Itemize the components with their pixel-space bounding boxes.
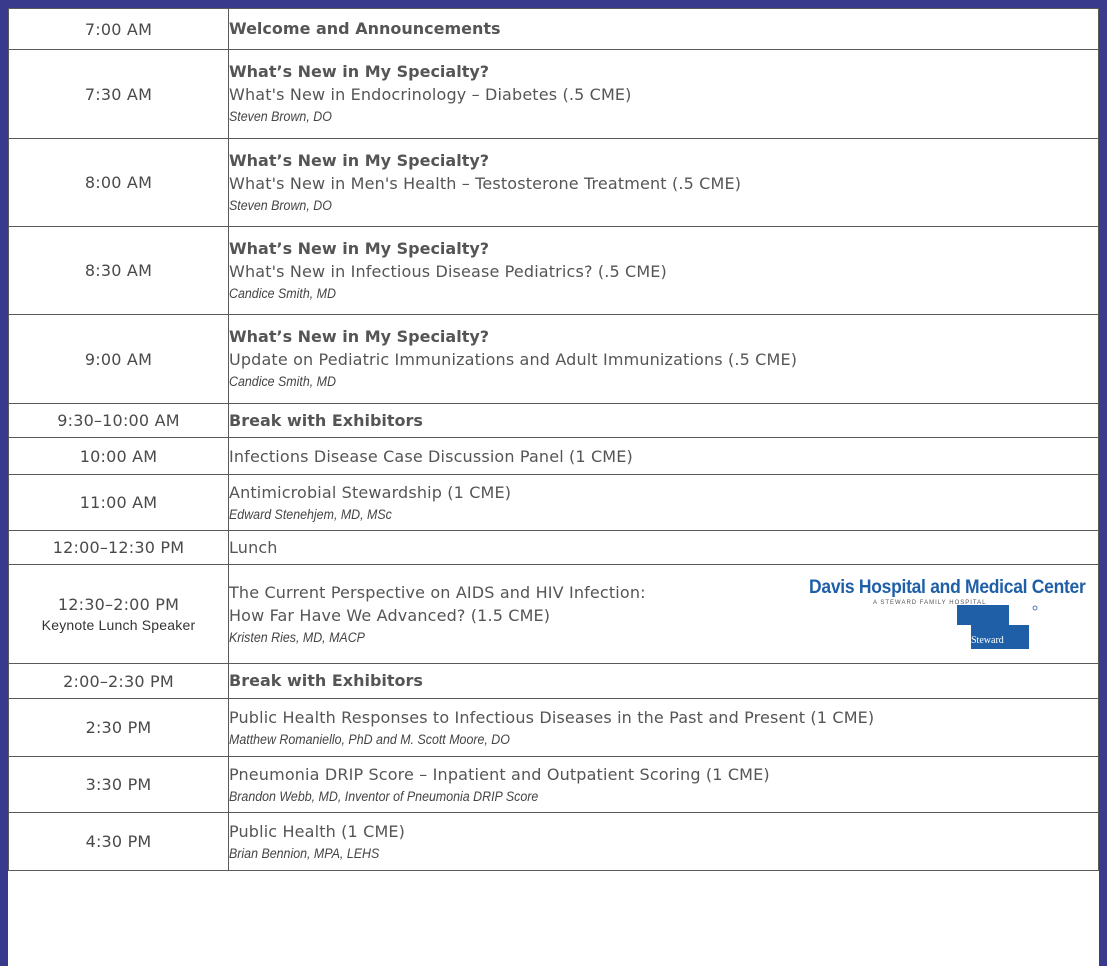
schedule-table: 7:00 AM Welcome and Announcements 7:30 A… <box>8 8 1099 871</box>
page-banner-edge <box>0 0 1107 8</box>
sponsor-name: Davis Hospital and Medical Center <box>809 577 1087 598</box>
keynote-label: Keynote Lunch Speaker <box>41 617 196 633</box>
time-cell: 12:00–12:30 PM <box>8 530 229 565</box>
session-title: What’s New in My Specialty? <box>229 62 490 81</box>
session-cell: Antimicrobial Stewardship (1 CME) Edward… <box>228 474 1099 531</box>
table-row: 8:00 AM What’s New in My Specialty? What… <box>8 138 1099 227</box>
time-label: 12:30–2:00 PM <box>57 595 180 614</box>
table-row: 3:30 PM Pneumonia DRIP Score – Inpatient… <box>8 756 1099 813</box>
table-row: 2:00–2:30 PM Break with Exhibitors <box>8 663 1099 699</box>
session-title: What’s New in My Specialty? <box>229 238 490 258</box>
session-description: Infections Disease Case Discussion Panel… <box>229 446 633 466</box>
time-cell: 7:00 AM <box>8 8 229 50</box>
session-title: Break with Exhibitors <box>229 671 423 690</box>
session-cell: The Current Perspective on AIDS and HIV … <box>228 564 1099 664</box>
table-row: 2:30 PM Public Health Responses to Infec… <box>8 698 1099 757</box>
session-cell: Pneumonia DRIP Score – Inpatient and Out… <box>228 756 1099 813</box>
session-speaker: Brian Bennion, MPA, LEHS <box>229 845 380 861</box>
session-description: What's New in Men's Health – Testosteron… <box>229 173 742 193</box>
time-cell: 9:00 AM <box>8 314 229 404</box>
session-speaker: Candice Smith, MD <box>229 285 336 301</box>
schedule-frame: 7:00 AM Welcome and Announcements 7:30 A… <box>8 8 1099 966</box>
time-cell: 2:30 PM <box>8 698 229 757</box>
session-title: What’s New in My Specialty? <box>229 150 490 170</box>
table-row: 9:30–10:00 AM Break with Exhibitors <box>8 403 1099 438</box>
session-speaker: Matthew Romaniello, PhD and M. Scott Moo… <box>229 731 510 747</box>
table-row: 4:30 PM Public Health (1 CME) Brian Benn… <box>8 812 1099 871</box>
session-description: Antimicrobial Stewardship (1 CME) <box>229 482 512 502</box>
session-cell: Welcome and Announcements <box>228 8 1099 50</box>
session-description: Update on Pediatric Immunizations and Ad… <box>229 350 798 369</box>
session-speaker: Candice Smith, MD <box>229 374 336 389</box>
table-row: 12:30–2:00 PM Keynote Lunch Speaker The … <box>8 564 1099 664</box>
time-cell: 2:00–2:30 PM <box>8 663 229 699</box>
session-speaker: Steven Brown, DO <box>229 197 332 213</box>
session-cell: Break with Exhibitors <box>228 663 1099 699</box>
session-description: Pneumonia DRIP Score – Inpatient and Out… <box>229 764 770 784</box>
table-row: 8:30 AM What’s New in My Specialty? What… <box>8 226 1099 315</box>
time-cell: 12:30–2:00 PM Keynote Lunch Speaker <box>8 564 229 664</box>
table-row: 11:00 AM Antimicrobial Stewardship (1 CM… <box>8 474 1099 531</box>
session-speaker: Brandon Webb, MD, Inventor of Pneumonia … <box>229 788 539 804</box>
session-cell: Public Health Responses to Infectious Di… <box>228 698 1099 757</box>
time-cell: 10:00 AM <box>8 437 229 475</box>
steward-wordmark: Steward <box>971 635 1004 646</box>
session-cell: What’s New in My Specialty? What's New i… <box>228 138 1099 227</box>
session-cell: What’s New in My Specialty? What's New i… <box>228 226 1099 315</box>
session-title: What’s New in My Specialty? <box>229 327 490 346</box>
table-row: 7:00 AM Welcome and Announcements <box>8 8 1099 50</box>
table-row: 10:00 AM Infections Disease Case Discuss… <box>8 437 1099 475</box>
session-speaker: Edward Stenehjem, MD, MSc <box>229 506 392 522</box>
time-cell: 11:00 AM <box>8 474 229 531</box>
time-cell: 8:00 AM <box>8 138 229 227</box>
session-title: Break with Exhibitors <box>229 410 423 430</box>
session-cell: Public Health (1 CME) Brian Bennion, MPA… <box>228 812 1099 871</box>
session-title: Welcome and Announcements <box>229 19 501 38</box>
session-description: What's New in Endocrinology – Diabetes (… <box>229 85 632 104</box>
table-row: 7:30 AM What’s New in My Specialty? What… <box>8 49 1099 139</box>
session-cell: Break with Exhibitors <box>228 403 1099 438</box>
session-cell: What’s New in My Specialty? What's New i… <box>228 49 1099 139</box>
time-cell: 8:30 AM <box>8 226 229 315</box>
time-cell: 7:30 AM <box>8 49 229 139</box>
time-cell: 9:30–10:00 AM <box>8 403 229 438</box>
time-cell: 4:30 PM <box>8 812 229 871</box>
table-row: 12:00–12:30 PM Lunch <box>8 530 1099 565</box>
session-description: What's New in Infectious Disease Pediatr… <box>229 261 667 281</box>
session-cell: What’s New in My Specialty? Update on Pe… <box>228 314 1099 404</box>
session-cell: Infections Disease Case Discussion Panel… <box>228 437 1099 475</box>
session-speaker: Steven Brown, DO <box>229 109 332 124</box>
session-cell: Lunch <box>228 530 1099 565</box>
table-row: 9:00 AM What’s New in My Specialty? Upda… <box>8 314 1099 404</box>
time-cell: 3:30 PM <box>8 756 229 813</box>
session-description: Public Health Responses to Infectious Di… <box>229 707 875 727</box>
sponsor-logo: Davis Hospital and Medical Center A STEW… <box>810 577 1086 649</box>
session-description: Lunch <box>229 538 278 557</box>
session-description: Public Health (1 CME) <box>229 821 406 841</box>
